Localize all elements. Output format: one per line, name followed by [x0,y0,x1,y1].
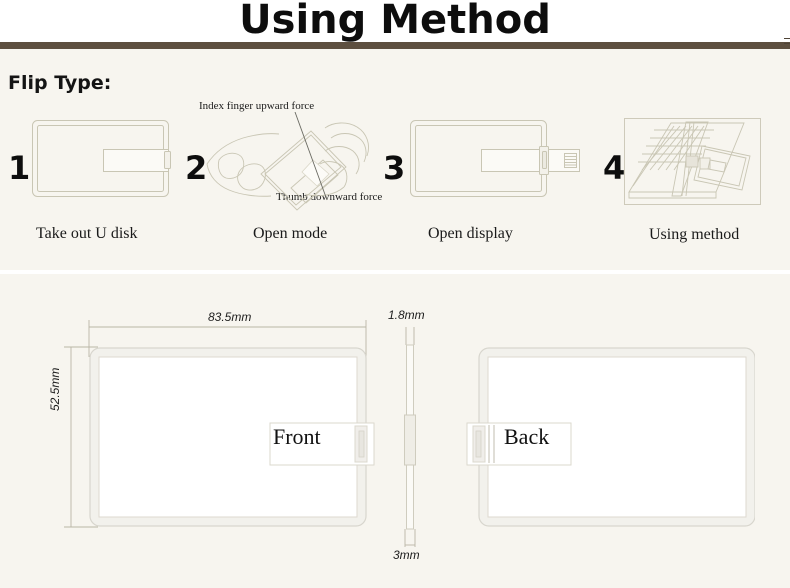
side-thickness-top-label: 1.8mm [388,308,425,322]
page-title: Using Method [239,0,551,43]
title-divider-rule [0,42,790,49]
step-2-illustration-hand-holding-card [205,112,375,212]
back-card-illustration [455,347,755,529]
step-2-number: 2 [185,149,208,187]
flip-type-heading: Flip Type: [8,72,112,94]
step-2-caption: Open mode [253,225,328,242]
step-4-illustration-laptop-with-card [624,118,762,206]
step-3-illustration-card-usb-extended [408,118,598,208]
corner-tick-mark [784,38,790,44]
front-height-dimension-label: 52.5mm [48,367,62,411]
back-card-label: Back [504,424,550,449]
step-1-caption: Take out U disk [36,225,138,242]
step-4-number: 4 [603,149,626,187]
using-method-page: Using Method Flip Type: 1 Take out U dis… [0,0,790,588]
side-thickness-bottom-label: 3mm [393,548,420,562]
step-3-number: 3 [383,149,406,187]
step-1-illustration-card-closed [30,118,175,208]
step-2-annotation-index-finger: Index finger upward force [199,100,315,112]
title-band: Using Method [0,0,790,42]
front-card-illustration [89,347,379,529]
front-card-label: Front [273,424,321,449]
step-3-caption: Open display [428,225,513,242]
step-1-number: 1 [8,149,31,187]
side-view-illustration [395,325,431,555]
step-4-caption: Using method [649,226,740,243]
